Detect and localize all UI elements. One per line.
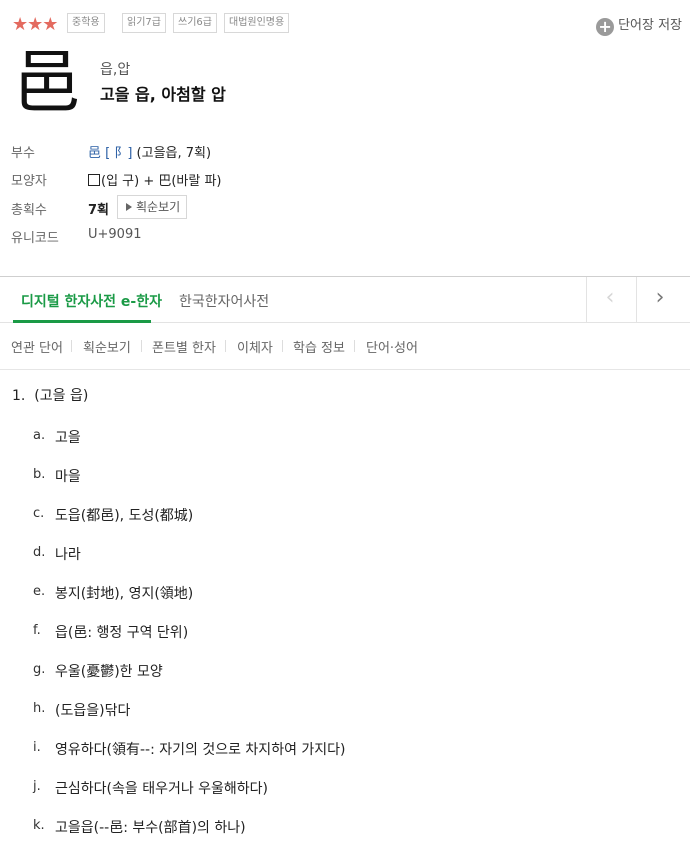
definition-main: 1. (고을 읍) — [12, 385, 88, 405]
shape-text: (입 구) + 巴(바랄 파) — [101, 174, 222, 189]
nav-divider — [71, 340, 72, 352]
definition-letter: e. — [33, 584, 46, 599]
definition-letter: d. — [33, 545, 46, 560]
definition-letter: k. — [33, 818, 45, 833]
nav-variant-characters[interactable]: 이체자 — [237, 337, 273, 356]
nav-divider — [225, 340, 226, 352]
tab-e-hanja[interactable]: 디지털 한자사전 e-한자 — [21, 291, 162, 311]
definition-text: 읍(邑: 행정 구역 단위) — [55, 625, 189, 641]
shape-value: (입 구) + 巴(바랄 파) — [88, 170, 222, 189]
strokes-value: 7획 — [88, 203, 110, 218]
tag-middle-school: 중학용 — [67, 13, 105, 33]
definition-text: 근심하다(속을 태우거나 우울해하다) — [55, 781, 269, 797]
definition-letter: b. — [33, 467, 46, 482]
definition-letter: f. — [33, 623, 41, 638]
nav-study-info[interactable]: 학습 정보 — [293, 337, 345, 356]
radical-label: 부수 — [11, 146, 35, 161]
nav-stroke-order[interactable]: 획순보기 — [83, 337, 131, 356]
definition-text: 마을 — [55, 469, 81, 485]
strokes-label: 총획수 — [11, 203, 47, 218]
tag-writing-grade: 쓰기6급 — [173, 13, 217, 33]
definition-text: 고을읍(--邑: 부수(部首)의 하나) — [55, 820, 246, 836]
nav-related-words[interactable]: 연관 단어 — [11, 337, 63, 356]
definition-letter: i. — [33, 740, 41, 755]
section-nav: 연관 단어 획순보기 폰트별 한자 이체자 학습 정보 단어·성어 — [0, 323, 690, 370]
tab-korean-hanja-dictionary[interactable]: 한국한자어사전 — [179, 291, 269, 311]
nav-divider — [282, 340, 283, 352]
tag-court-name: 대법원인명용 — [224, 13, 290, 33]
chevron-left-icon[interactable]: ‹ — [586, 277, 633, 322]
definition-letter: g. — [33, 662, 46, 677]
definition-text: 고을 — [55, 430, 81, 446]
definition-text: 도읍(都邑), 도성(都城) — [55, 508, 194, 524]
unicode-value: U+9091 — [88, 227, 142, 242]
stroke-order-label: 획순보기 — [136, 200, 181, 214]
nav-font-hanja[interactable]: 폰트별 한자 — [152, 337, 216, 356]
radical-link[interactable]: 邑 [ 阝] — [88, 146, 132, 161]
definition-number: 1. — [12, 388, 26, 404]
definition-heading: (고을 읍) — [34, 388, 89, 404]
nav-words-idioms[interactable]: 단어·성어 — [366, 337, 418, 356]
play-icon — [126, 203, 132, 211]
radical-description: (고을읍, 7획) — [132, 146, 212, 161]
top-bar: ★★★ 중학용 읽기7급 쓰기6급 대법원인명용 + 단어장 저장 — [12, 12, 682, 36]
save-vocabulary-label: 단어장 저장 — [618, 18, 682, 33]
nav-divider — [141, 340, 142, 352]
definition-letter: j. — [33, 779, 41, 794]
hanja-character: 邑 — [13, 44, 82, 123]
definition-text: 봉지(封地), 영지(領地) — [55, 586, 194, 602]
definition-text: 나라 — [55, 547, 81, 563]
nav-divider — [354, 340, 355, 352]
shape-label: 모양자 — [11, 174, 47, 189]
difficulty-stars: ★★★ — [12, 14, 58, 35]
definition-text: 영유하다(領有--: 자기의 것으로 차지하여 가지다) — [55, 742, 346, 758]
definition-letter: c. — [33, 506, 45, 521]
radical-value: 邑 [ 阝] (고을읍, 7획) — [88, 142, 211, 161]
mouth-radical-box-icon — [88, 174, 100, 186]
chevron-right-icon[interactable]: › — [636, 277, 683, 322]
save-vocabulary-button[interactable]: + 단어장 저장 — [596, 14, 682, 36]
definition-letter: h. — [33, 701, 46, 716]
stroke-order-button[interactable]: 획순보기 — [117, 195, 188, 219]
hanja-meaning: 고을 읍, 아첨할 압 — [100, 85, 226, 104]
plus-circle-icon: + — [596, 18, 615, 36]
definition-text: 우울(憂鬱)한 모양 — [55, 664, 163, 680]
unicode-label: 유니코드 — [11, 231, 59, 246]
definition-letter: a. — [33, 428, 46, 443]
dictionary-tabs: 디지털 한자사전 e-한자 한국한자어사전 ‹ › — [0, 276, 690, 323]
hanja-reading: 읍,압 — [100, 62, 131, 78]
tag-reading-grade: 읽기7급 — [122, 13, 166, 33]
definition-text: (도읍을)닦다 — [55, 703, 131, 719]
